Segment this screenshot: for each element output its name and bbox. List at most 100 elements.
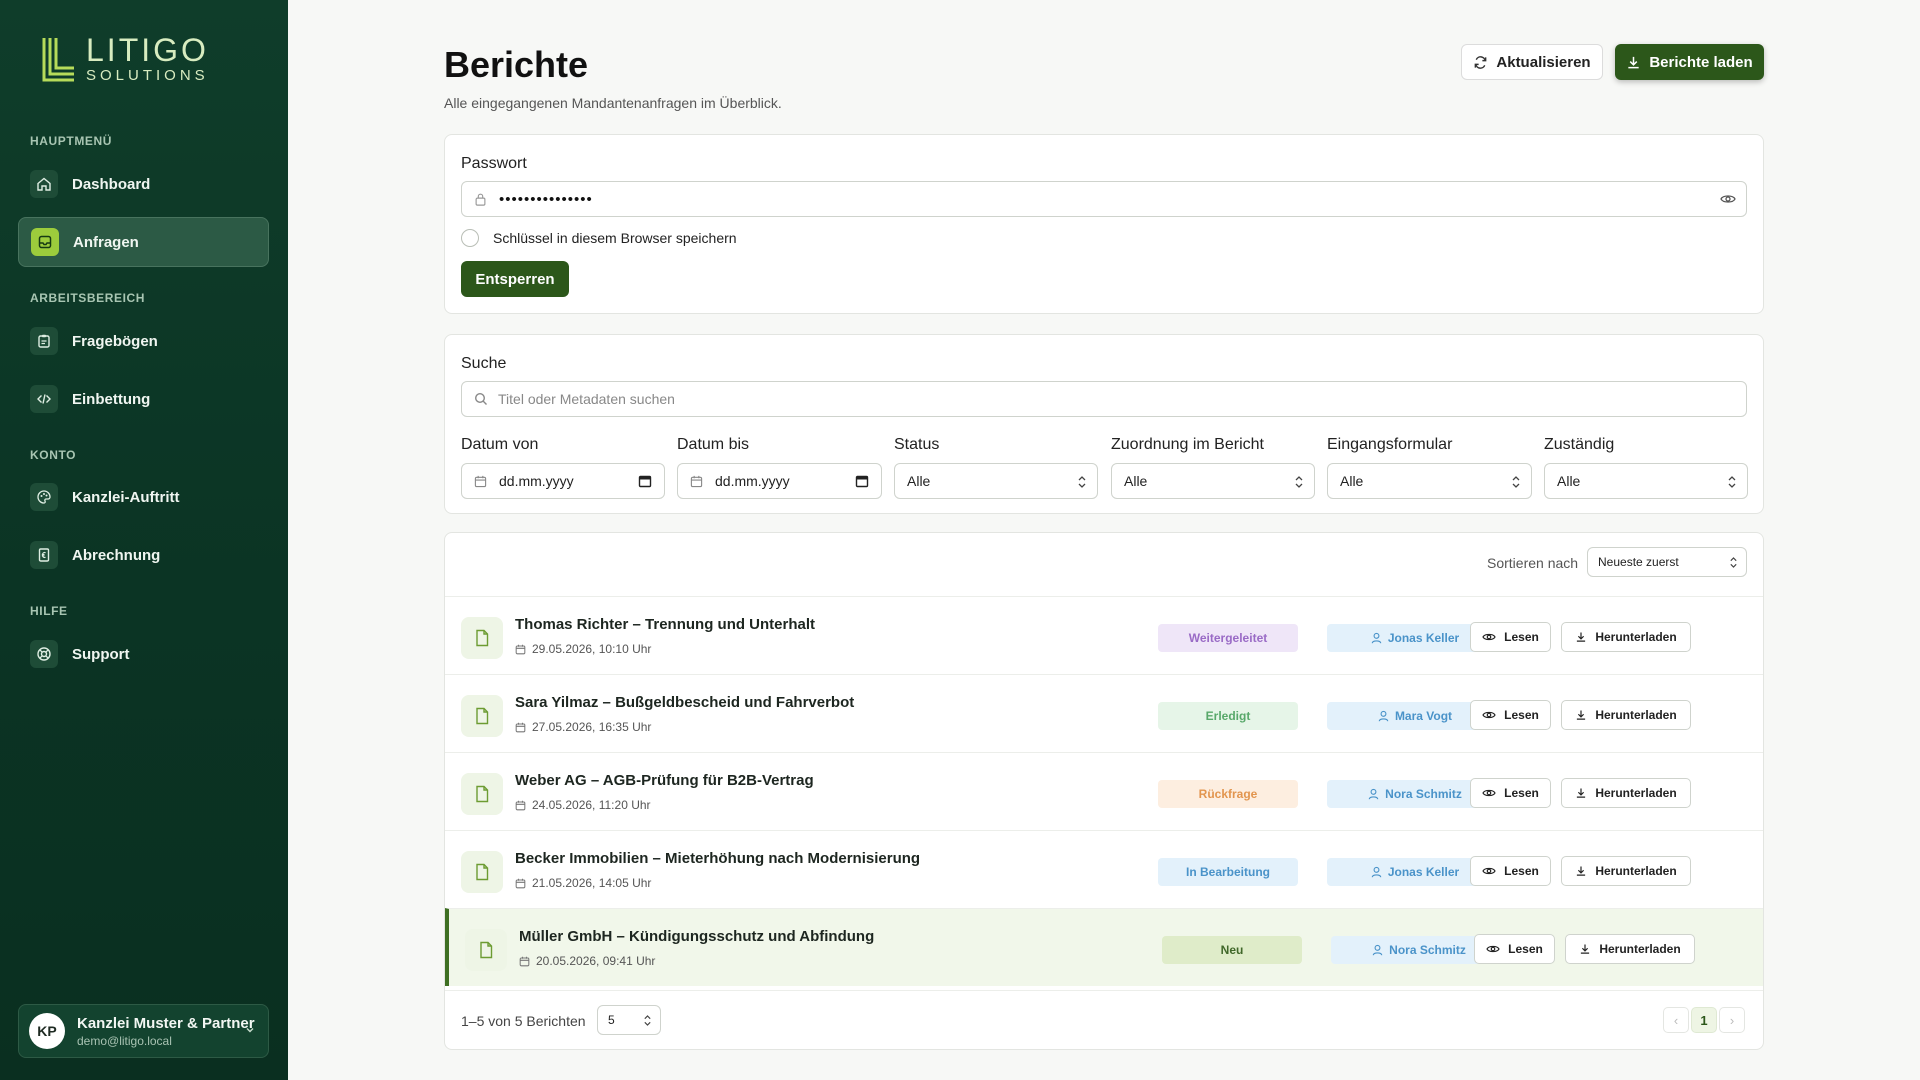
download-button[interactable]: Herunterladen	[1561, 856, 1691, 886]
page-size-select[interactable]: 5	[597, 1005, 661, 1035]
calendar-icon	[515, 800, 526, 810]
password-field[interactable]: •••••••••••••••	[461, 181, 1747, 217]
chevron-down-icon	[244, 1023, 256, 1041]
sort-label: Sortieren nach	[1487, 555, 1579, 571]
date-from-input[interactable]: dd.mm.yyyy	[461, 463, 665, 499]
sidebar-item-anfragen[interactable]: Anfragen	[18, 217, 269, 267]
date-from-label: Datum von	[461, 436, 539, 453]
sidebar-item-dashboard[interactable]: Dashboard	[18, 159, 269, 209]
download-button[interactable]: Herunterladen	[1561, 622, 1691, 652]
next-page-button[interactable]: ›	[1719, 1007, 1745, 1033]
report-date: 29.05.2026, 10:10 Uhr	[515, 642, 651, 656]
sidebar: LITIGO SOLUTIONS HAUPTMENÜ Dashboard Anf…	[0, 0, 288, 1080]
table-row[interactable]: Thomas Richter – Trennung und Unterhalt …	[445, 596, 1763, 674]
chevron-updown-icon	[643, 1014, 652, 1027]
sidebar-item-label: Abrechnung	[72, 546, 161, 564]
brand-name: LITIGO	[86, 32, 209, 68]
report-title[interactable]: Müller GmbH – Kündigungsschutz und Abfin…	[519, 928, 874, 945]
brand-logo: LITIGO SOLUTIONS	[42, 34, 209, 83]
date-to-input[interactable]: dd.mm.yyyy	[677, 463, 882, 499]
page-1-button[interactable]: 1	[1691, 1007, 1717, 1033]
read-button[interactable]: Lesen	[1470, 856, 1551, 886]
assignee-name: Nora Schmitz	[1389, 943, 1466, 957]
document-icon	[461, 851, 503, 893]
sidebar-item-label: Kanzlei-Auftritt	[72, 488, 180, 506]
assignment-select[interactable]: Alle	[1111, 463, 1315, 499]
table-row[interactable]: Becker Immobilien – Mieterhöhung nach Mo…	[445, 830, 1763, 908]
status-badge: Weitergeleitet	[1158, 624, 1298, 652]
status-select[interactable]: Alle	[894, 463, 1098, 499]
refresh-label: Aktualisieren	[1496, 53, 1591, 71]
sidebar-item-frageboegen[interactable]: Fragebögen	[18, 316, 269, 366]
status-select-value: Alle	[907, 473, 931, 489]
report-title[interactable]: Sara Yilmaz – Bußgeldbescheid und Fahrve…	[515, 694, 854, 711]
download-button[interactable]: Herunterladen	[1565, 934, 1695, 964]
table-row[interactable]: Weber AG – AGB-Prüfung für B2B-Vertrag 2…	[445, 752, 1763, 830]
calendar-picker-icon[interactable]	[855, 474, 869, 488]
code-icon	[30, 385, 58, 413]
download-button[interactable]: Herunterladen	[1561, 700, 1691, 730]
brand-tagline: SOLUTIONS	[86, 67, 209, 84]
eye-icon	[1482, 867, 1496, 875]
account-switcher[interactable]: KP Kanzlei Muster & Partner demo@litigo.…	[18, 1004, 269, 1058]
report-date-value: 20.05.2026, 09:41 Uhr	[536, 954, 656, 968]
user-icon	[1371, 632, 1382, 644]
page-subtitle: Alle eingegangenen Mandantenanfragen im …	[444, 95, 782, 111]
unlock-button[interactable]: Entsperren	[461, 261, 569, 297]
list-footer: 1–5 von 5 Berichten 5 ‹ 1 ›	[445, 990, 1763, 1049]
eye-icon	[1482, 633, 1496, 641]
sidebar-item-abrechnung[interactable]: Abrechnung	[18, 530, 269, 580]
report-title[interactable]: Weber AG – AGB-Prüfung für B2B-Vertrag	[515, 772, 814, 789]
date-to-value: dd.mm.yyyy	[715, 473, 790, 489]
table-row[interactable]: Sara Yilmaz – Bußgeldbescheid und Fahrve…	[445, 674, 1763, 752]
report-title[interactable]: Becker Immobilien – Mieterhöhung nach Mo…	[515, 850, 920, 867]
calendar-icon	[515, 644, 526, 654]
report-title[interactable]: Thomas Richter – Trennung und Unterhalt	[515, 616, 815, 633]
nav-section-main: HAUPTMENÜ	[30, 134, 113, 148]
eye-icon[interactable]	[1720, 192, 1736, 206]
home-icon	[30, 170, 58, 198]
table-row[interactable]: Müller GmbH – Kündigungsschutz und Abfin…	[445, 908, 1763, 986]
assignee-name: Mara Vogt	[1394, 709, 1453, 723]
page-title: Berichte	[444, 44, 589, 85]
document-icon	[461, 695, 503, 737]
nav-section-help: HILFE	[30, 604, 68, 618]
user-icon	[1378, 710, 1389, 722]
avatar: KP	[29, 1013, 65, 1049]
load-reports-label: Berichte laden	[1649, 53, 1753, 71]
remember-key-label: Schlüssel in diesem Browser speichern	[493, 230, 737, 246]
owner-filter-label: Zuständig	[1544, 436, 1615, 453]
search-input[interactable]: Titel oder Metadaten suchen	[461, 381, 1747, 417]
eye-icon	[1482, 711, 1496, 719]
read-label: Lesen	[1504, 864, 1539, 878]
refresh-button[interactable]: Aktualisieren	[1461, 44, 1603, 80]
user-icon	[1371, 866, 1382, 878]
calendar-icon	[519, 956, 530, 966]
form-select[interactable]: Alle	[1327, 463, 1532, 499]
sort-select-value: Neueste zuerst	[1598, 555, 1679, 569]
sidebar-item-label: Support	[72, 645, 130, 663]
download-button[interactable]: Herunterladen	[1561, 778, 1691, 808]
read-button[interactable]: Lesen	[1470, 778, 1551, 808]
download-icon	[1581, 944, 1590, 954]
sort-select[interactable]: Neueste zuerst	[1587, 547, 1747, 577]
owner-select[interactable]: Alle	[1544, 463, 1748, 499]
sidebar-item-support[interactable]: Support	[18, 629, 269, 679]
document-icon	[465, 929, 507, 971]
download-icon	[1577, 632, 1586, 642]
load-reports-button[interactable]: Berichte laden	[1615, 44, 1764, 80]
read-button[interactable]: Lesen	[1470, 622, 1551, 652]
read-button[interactable]: Lesen	[1470, 700, 1551, 730]
download-icon	[1628, 56, 1639, 68]
document-icon	[461, 773, 503, 815]
read-button[interactable]: Lesen	[1474, 934, 1555, 964]
filter-card: Suche Titel oder Metadaten suchen Datum …	[444, 334, 1764, 514]
status-filter-label: Status	[894, 436, 940, 453]
sidebar-item-einbettung[interactable]: Einbettung	[18, 374, 269, 424]
sidebar-item-kanzlei-auftritt[interactable]: Kanzlei-Auftritt	[18, 472, 269, 522]
search-placeholder: Titel oder Metadaten suchen	[498, 391, 675, 407]
calendar-icon	[515, 722, 526, 732]
calendar-picker-icon[interactable]	[638, 474, 652, 488]
remember-key-checkbox[interactable]	[461, 229, 479, 247]
prev-page-button[interactable]: ‹	[1663, 1007, 1689, 1033]
